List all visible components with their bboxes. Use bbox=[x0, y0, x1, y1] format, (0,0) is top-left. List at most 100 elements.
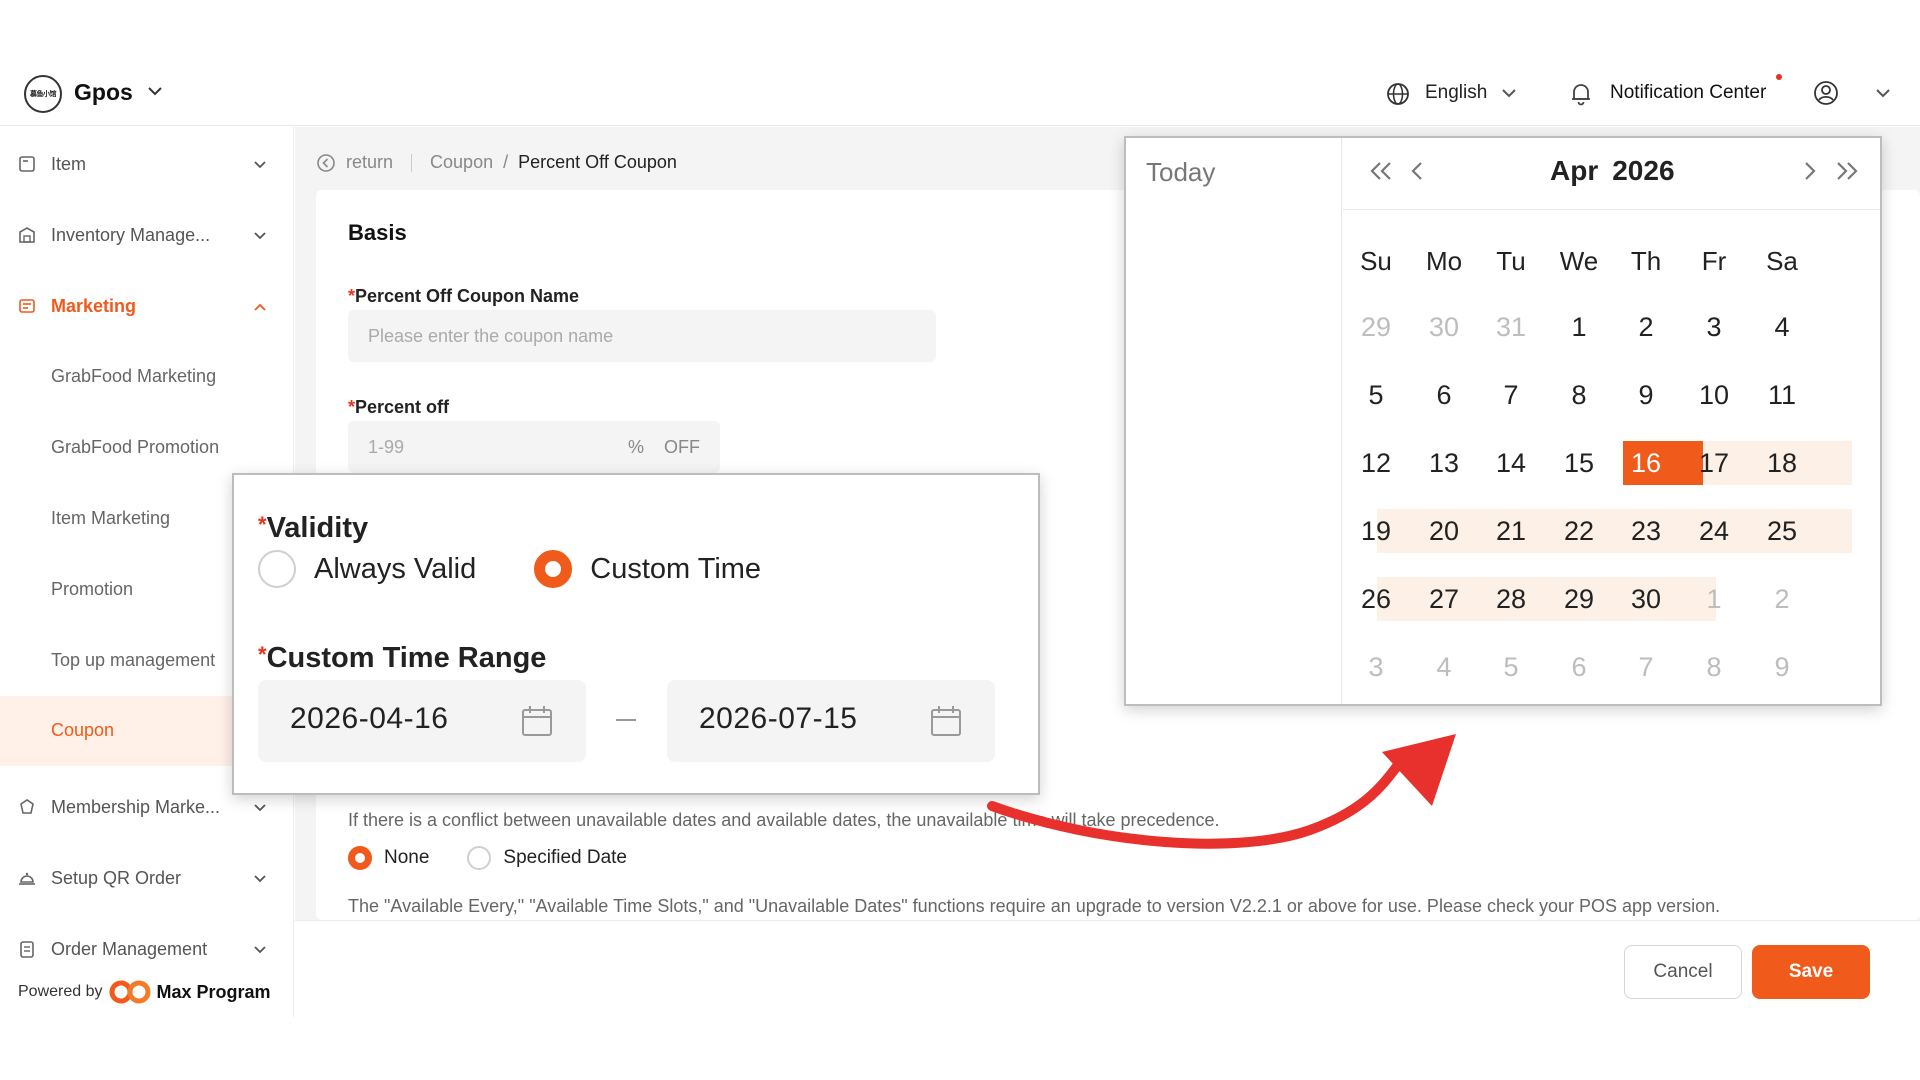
globe-icon[interactable] bbox=[1386, 82, 1410, 106]
return-link[interactable]: return bbox=[346, 152, 393, 173]
calendar-day[interactable]: 25 bbox=[1748, 509, 1816, 553]
calendar-day[interactable]: 13 bbox=[1410, 441, 1478, 485]
calendar-icon[interactable] bbox=[520, 704, 554, 738]
return-icon[interactable] bbox=[316, 153, 336, 173]
language-selector[interactable]: English bbox=[1425, 82, 1487, 104]
calendar-day[interactable]: 21 bbox=[1477, 509, 1545, 553]
date-picker-shortcuts bbox=[1126, 138, 1342, 704]
calendar-year[interactable]: 2026 bbox=[1612, 155, 1674, 186]
calendar-day[interactable]: 23 bbox=[1612, 509, 1680, 553]
chevron-down-icon[interactable] bbox=[146, 82, 164, 100]
calendar-day[interactable]: 26 bbox=[1342, 577, 1410, 621]
user-avatar-icon[interactable] bbox=[1813, 80, 1839, 106]
notification-center-link[interactable]: Notification Center bbox=[1610, 82, 1766, 104]
calendar-day[interactable]: 19 bbox=[1342, 509, 1410, 553]
sidebar-item-item[interactable]: Item bbox=[0, 139, 294, 189]
restaurant-logo[interactable]: 慕鱼小馆 bbox=[24, 75, 62, 113]
calendar-month[interactable]: Apr bbox=[1550, 155, 1598, 186]
sidebar-subitem-label: Promotion bbox=[51, 579, 134, 599]
cancel-button[interactable]: Cancel bbox=[1624, 945, 1742, 999]
prev-month-icon[interactable] bbox=[1407, 158, 1427, 184]
calendar-day[interactable]: 5 bbox=[1342, 373, 1410, 417]
radio-always-valid-label[interactable]: Always Valid bbox=[314, 553, 476, 586]
top-bar: 慕鱼小馆 Gpos English Notification Center bbox=[0, 62, 1920, 126]
calendar-day[interactable]: 29 bbox=[1342, 305, 1410, 349]
radio-always-valid[interactable] bbox=[258, 550, 296, 588]
next-year-icon[interactable] bbox=[1832, 158, 1862, 184]
calendar-day[interactable]: 27 bbox=[1410, 577, 1478, 621]
calendar-day[interactable]: 17 bbox=[1680, 441, 1748, 485]
sidebar-item-inventory[interactable]: Inventory Manage... bbox=[0, 210, 294, 260]
calendar-day[interactable]: 8 bbox=[1545, 373, 1613, 417]
calendar-day[interactable]: 30 bbox=[1410, 305, 1478, 349]
calendar-day[interactable]: 6 bbox=[1410, 373, 1478, 417]
calendar-day[interactable]: 16 bbox=[1623, 441, 1669, 485]
calendar-day[interactable]: 20 bbox=[1410, 509, 1478, 553]
calendar-day[interactable]: 15 bbox=[1545, 441, 1613, 485]
calendar-day[interactable]: 2 bbox=[1748, 577, 1816, 621]
calendar-day[interactable]: 2 bbox=[1612, 305, 1680, 349]
sidebar-item-order-management[interactable]: Order Management bbox=[0, 924, 294, 974]
calendar-day[interactable]: 3 bbox=[1680, 305, 1748, 349]
calendar-day[interactable]: 30 bbox=[1612, 577, 1680, 621]
calendar-day[interactable]: 18 bbox=[1748, 441, 1816, 485]
calendar-day[interactable]: 22 bbox=[1545, 509, 1613, 553]
calendar-icon[interactable] bbox=[929, 704, 963, 738]
calendar-day[interactable]: 31 bbox=[1477, 305, 1545, 349]
calendar-day[interactable]: 1 bbox=[1680, 577, 1748, 621]
sidebar-item-label: Marketing bbox=[51, 296, 137, 316]
calendar-day[interactable]: 5 bbox=[1477, 645, 1545, 689]
radio-specified-date-label[interactable]: Specified Date bbox=[503, 847, 627, 869]
calendar-day[interactable]: 6 bbox=[1545, 645, 1613, 689]
membership-icon bbox=[20, 799, 34, 814]
date-range-separator bbox=[616, 719, 636, 721]
breadcrumb-coupon[interactable]: Coupon bbox=[430, 152, 493, 173]
calendar-day[interactable]: 9 bbox=[1612, 373, 1680, 417]
bell-icon[interactable] bbox=[1568, 80, 1594, 106]
calendar-day[interactable]: 7 bbox=[1477, 373, 1545, 417]
calendar-day[interactable]: 9 bbox=[1748, 645, 1816, 689]
calendar-day[interactable]: 10 bbox=[1680, 373, 1748, 417]
save-button[interactable]: Save bbox=[1752, 945, 1870, 999]
required-mark: * bbox=[348, 397, 356, 417]
calendar-day[interactable]: 7 bbox=[1612, 645, 1680, 689]
breadcrumb-current: Percent Off Coupon bbox=[518, 152, 677, 172]
radio-none-label[interactable]: None bbox=[384, 847, 429, 869]
calendar-day[interactable]: 11 bbox=[1748, 373, 1816, 417]
coupon-name-placeholder: Please enter the coupon name bbox=[368, 326, 614, 346]
notification-dot bbox=[1776, 74, 1782, 80]
sidebar-item-setup-qr-order[interactable]: Setup QR Order bbox=[0, 853, 294, 903]
calendar-day[interactable]: 24 bbox=[1680, 509, 1748, 553]
chevron-down-icon[interactable] bbox=[1874, 84, 1892, 102]
start-date-field[interactable]: 2026-04-16 bbox=[258, 680, 586, 762]
radio-custom-time-label[interactable]: Custom Time bbox=[590, 553, 761, 586]
calendar-day[interactable]: 12 bbox=[1342, 441, 1410, 485]
calendar-day[interactable]: 8 bbox=[1680, 645, 1748, 689]
calendar-day[interactable]: 14 bbox=[1477, 441, 1545, 485]
radio-specified-date[interactable] bbox=[467, 846, 492, 870]
calendar-day[interactable]: 4 bbox=[1410, 645, 1478, 689]
brand-name[interactable]: Gpos bbox=[74, 79, 133, 106]
chevron-down-icon bbox=[254, 804, 266, 812]
validity-label-text: Validity bbox=[266, 512, 369, 544]
calendar-day[interactable]: 28 bbox=[1477, 577, 1545, 621]
powered-by: Powered by Max Program bbox=[18, 980, 271, 1004]
sidebar-subitem-label: GrabFood Marketing bbox=[51, 366, 217, 386]
calendar-day[interactable]: 4 bbox=[1748, 305, 1816, 349]
calendar-day[interactable]: 29 bbox=[1545, 577, 1613, 621]
sidebar-subitem-grabfood-marketing[interactable]: GrabFood Marketing bbox=[0, 349, 294, 405]
end-date-field[interactable]: 2026-07-15 bbox=[667, 680, 995, 762]
chevron-down-icon[interactable] bbox=[1500, 84, 1518, 102]
today-shortcut[interactable]: Today bbox=[1146, 157, 1215, 188]
sidebar-item-label: Item bbox=[51, 154, 87, 174]
sidebar-subitem-grabfood-promotion[interactable]: GrabFood Promotion bbox=[0, 420, 294, 476]
sidebar-item-marketing[interactable]: Marketing bbox=[0, 281, 294, 331]
calendar-day[interactable]: 3 bbox=[1342, 645, 1410, 689]
calendar-day[interactable]: 1 bbox=[1545, 305, 1613, 349]
calendar-month-year[interactable]: Apr 2026 bbox=[1550, 155, 1689, 187]
prev-year-icon[interactable] bbox=[1366, 158, 1396, 184]
weekday-label: Mo bbox=[1425, 246, 1463, 276]
radio-none[interactable] bbox=[348, 846, 372, 870]
radio-custom-time[interactable] bbox=[534, 550, 573, 588]
next-month-icon[interactable] bbox=[1800, 158, 1820, 184]
